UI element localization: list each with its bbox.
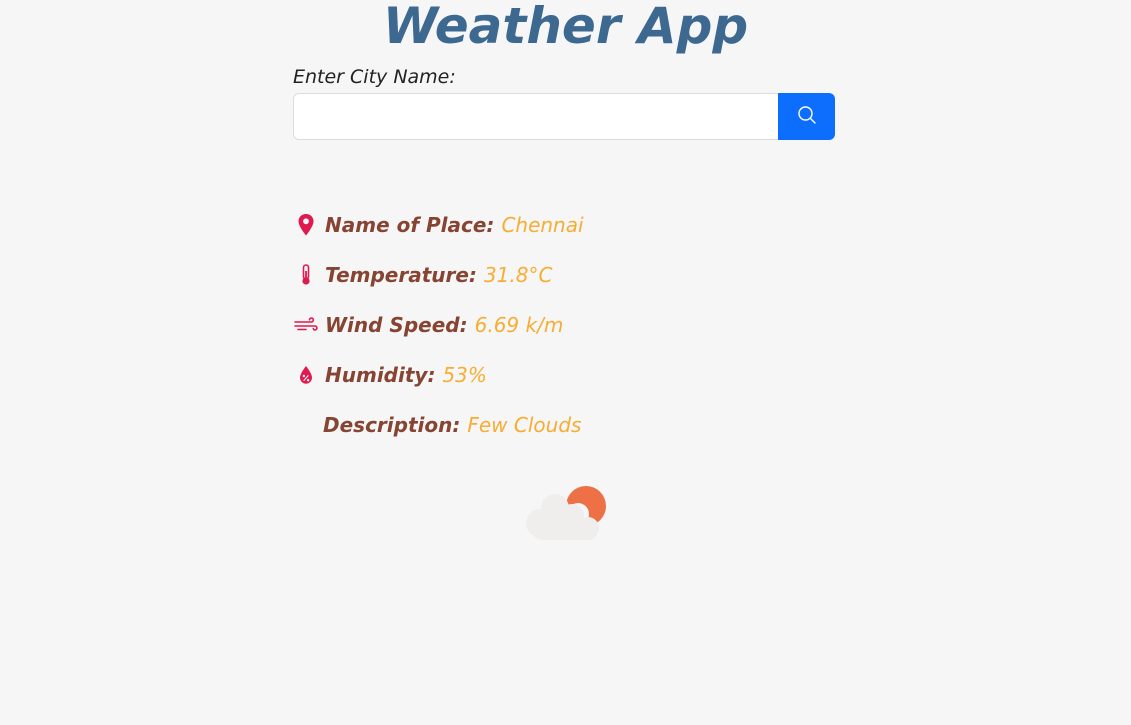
temperature-row: Temperature: 31.8°C [294, 250, 584, 300]
humidity-drop-icon [294, 363, 318, 387]
wind-value: 6.69 k/m [474, 313, 564, 337]
description-label: Description: [323, 413, 461, 437]
thermometer-icon [294, 263, 318, 287]
temperature-value: 31.8°C [483, 263, 553, 287]
humidity-label: Humidity: [325, 363, 436, 387]
description-row: Description: Few Clouds [294, 400, 584, 450]
wind-row: Wind Speed: 6.69 k/m [294, 300, 584, 350]
humidity-value: 53% [442, 363, 487, 387]
search-button[interactable] [778, 93, 835, 140]
place-row: Name of Place: Chennai [294, 200, 584, 250]
weather-info-list: Name of Place: Chennai Temperature: 31.8… [294, 200, 584, 450]
few-clouds-weather-icon [522, 484, 610, 544]
wind-icon [294, 313, 318, 337]
description-value: Few Clouds [467, 413, 582, 437]
city-search-input[interactable] [293, 93, 778, 140]
search-icon [797, 105, 817, 128]
search-bar [293, 93, 835, 140]
humidity-row: Humidity: 53% [294, 350, 584, 400]
map-pin-icon [294, 213, 318, 237]
wind-label: Wind Speed: [325, 313, 468, 337]
app-title: Weather App [382, 0, 749, 55]
temperature-label: Temperature: [325, 263, 477, 287]
city-name-label: Enter City Name: [293, 66, 456, 88]
place-value: Chennai [501, 213, 584, 237]
weather-app-page: Weather App Enter City Name: Name of Pla… [0, 0, 1131, 725]
place-label: Name of Place: [325, 213, 495, 237]
